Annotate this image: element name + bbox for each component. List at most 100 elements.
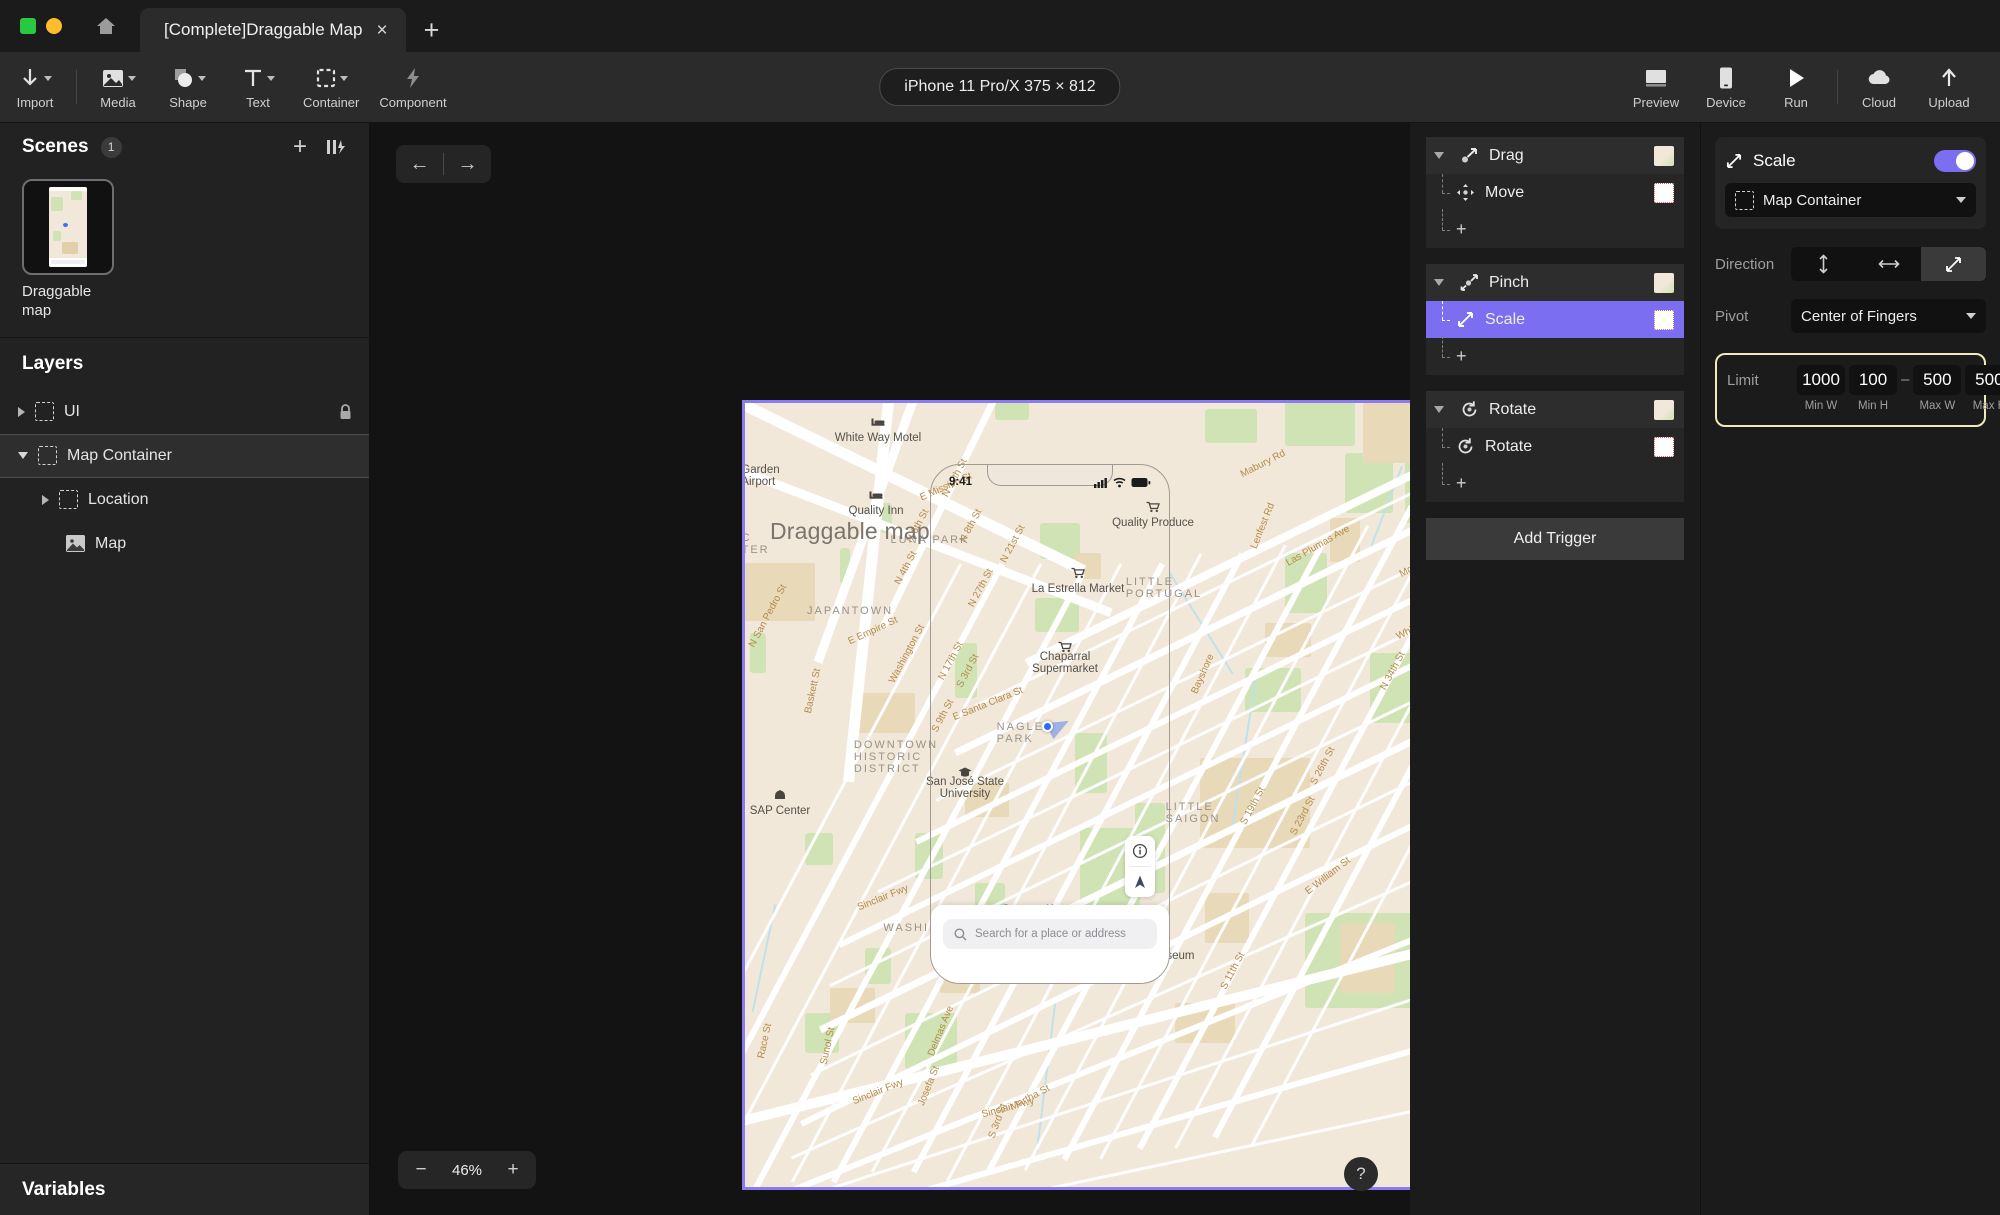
search-input[interactable]: Search for a place or address — [943, 919, 1157, 949]
canvas-history-controls: ← → — [396, 145, 491, 183]
cellular-icon — [1094, 477, 1108, 488]
zoom-in-button[interactable]: + — [494, 1151, 532, 1189]
chevron-right-icon[interactable] — [18, 407, 25, 417]
tool-media[interactable]: Media — [83, 52, 153, 123]
info-circle-icon[interactable] — [1125, 836, 1155, 866]
home-icon[interactable] — [84, 0, 128, 52]
workspace: Scenes 1 + — [0, 123, 2000, 1215]
layer-row-location[interactable]: Location — [0, 478, 369, 522]
image-icon — [66, 535, 85, 552]
toolbar-divider — [1837, 70, 1838, 104]
limit-min-width-input[interactable] — [1797, 365, 1845, 395]
help-button[interactable]: ? — [1344, 1157, 1378, 1191]
direction-vertical-option[interactable] — [1791, 247, 1856, 281]
scene-flow-icon[interactable] — [325, 137, 347, 157]
zoom-out-button[interactable]: − — [402, 1151, 440, 1189]
limit-max-width-input[interactable] — [1913, 365, 1961, 395]
pivot-select[interactable]: Center of Fingers — [1791, 299, 1986, 333]
scale-arrow-icon — [1456, 310, 1475, 329]
direction-both-option[interactable] — [1921, 247, 1986, 281]
map-controls — [1125, 836, 1155, 897]
chevron-down-icon[interactable] — [1434, 152, 1444, 159]
trigger-target-thumbnail[interactable] — [1654, 146, 1674, 166]
tool-device[interactable]: Device — [1691, 52, 1761, 123]
chevron-down-icon[interactable] — [44, 76, 52, 81]
tool-preview[interactable]: Preview — [1621, 52, 1691, 123]
add-trigger-button[interactable]: Add Trigger — [1426, 518, 1684, 560]
navigation-arrow-icon[interactable] — [1125, 867, 1155, 897]
container-dashed-icon — [315, 67, 337, 89]
chevron-down-icon[interactable] — [267, 76, 275, 81]
tool-container[interactable]: Container — [293, 52, 369, 123]
lock-icon[interactable] — [338, 403, 353, 421]
chevron-down-icon[interactable] — [340, 76, 348, 81]
tool-run[interactable]: Run — [1761, 52, 1831, 123]
variables-title: Variables — [22, 1179, 105, 1201]
chevron-down-icon[interactable] — [1434, 279, 1444, 286]
action-target-swatch[interactable] — [1654, 183, 1674, 203]
tool-run-label: Run — [1784, 95, 1808, 110]
action-target-swatch[interactable] — [1654, 310, 1674, 330]
chevron-right-icon[interactable] — [42, 495, 49, 505]
rotate-icon — [1456, 437, 1475, 456]
trigger-action-move[interactable]: Move — [1426, 174, 1684, 211]
add-action-label: + — [1456, 346, 1467, 367]
target-layer-select[interactable]: Map Container — [1725, 183, 1976, 217]
layer-row-ui[interactable]: UI — [0, 390, 369, 434]
map-label: Wyndham GardenSan Jose Airport — [742, 464, 780, 488]
direction-horizontal-option[interactable] — [1856, 247, 1921, 281]
map-label: S 11th St — [1219, 951, 1248, 992]
add-action-drag[interactable]: + — [1426, 211, 1684, 248]
map-label: DOWNTOWNHISTORICDISTRICT — [854, 739, 938, 775]
trigger-header-rotate[interactable]: Rotate — [1426, 391, 1684, 428]
trigger-name: Pinch — [1489, 274, 1529, 292]
tool-preview-label: Preview — [1633, 95, 1679, 110]
add-action-pinch[interactable]: + — [1426, 338, 1684, 375]
tool-component[interactable]: Component — [369, 52, 456, 123]
trigger-action-rotate[interactable]: Rotate — [1426, 428, 1684, 465]
tool-shape[interactable]: Shape — [153, 52, 223, 123]
arrow-up-down-icon — [1816, 254, 1831, 274]
scene-thumbnail-card[interactable] — [22, 179, 114, 275]
close-icon[interactable]: × — [376, 21, 387, 40]
trigger-target-thumbnail[interactable] — [1654, 400, 1674, 420]
forward-arrow-icon[interactable]: → — [444, 145, 491, 183]
action-target-swatch[interactable] — [1654, 437, 1674, 457]
chevron-down-icon[interactable] — [128, 76, 136, 81]
artboard[interactable]: Alura InnDomino'sSan Jose Flea MarketInd… — [742, 400, 1410, 1190]
add-action-rotate[interactable]: + — [1426, 465, 1684, 502]
chevron-down-icon — [1956, 197, 1966, 203]
device-preview-frame[interactable]: 9:41 — [930, 464, 1170, 984]
chevron-down-icon[interactable] — [198, 76, 206, 81]
limit-max-height-input[interactable] — [1965, 365, 2000, 395]
trigger-target-thumbnail[interactable] — [1654, 273, 1674, 293]
tool-upload[interactable]: Upload — [1914, 52, 1984, 123]
canvas-area[interactable]: ← → — [370, 123, 1410, 1215]
map-label: San Jose Flea Market — [949, 400, 1061, 404]
limit-min-height-input[interactable] — [1849, 365, 1897, 395]
battery-icon — [1131, 477, 1151, 488]
scale-enable-toggle[interactable] — [1934, 150, 1976, 172]
document-tab[interactable]: [Complete]Draggable Map × — [140, 8, 406, 52]
trigger-header-pinch[interactable]: Pinch — [1426, 264, 1684, 301]
tool-import[interactable]: Import — [0, 52, 70, 123]
tool-text[interactable]: Text — [223, 52, 293, 123]
back-arrow-icon[interactable]: ← — [396, 145, 443, 183]
trigger-action-scale[interactable]: Scale — [1426, 301, 1684, 338]
layer-row-map[interactable]: Map — [0, 522, 369, 566]
add-scene-button[interactable]: + — [293, 135, 307, 159]
chevron-down-icon[interactable] — [1434, 406, 1444, 413]
maximize-window-button[interactable] — [20, 18, 36, 34]
tool-cloud[interactable]: Cloud — [1844, 52, 1914, 123]
layer-row-map-container[interactable]: Map Container — [0, 434, 369, 478]
chevron-down-icon[interactable] — [18, 452, 28, 459]
device-selector[interactable]: iPhone 11 Pro/X 375 × 812 — [879, 68, 1120, 106]
zoom-level-value[interactable]: 46% — [440, 1162, 494, 1179]
trigger-header-drag[interactable]: Drag — [1426, 137, 1684, 174]
tree-line — [1442, 320, 1450, 321]
new-tab-button[interactable]: + — [406, 17, 458, 52]
minimize-window-button[interactable] — [46, 18, 62, 34]
property-title: Scale — [1753, 151, 1796, 171]
variables-section[interactable]: Variables — [0, 1163, 369, 1215]
tree-line — [1442, 336, 1443, 357]
